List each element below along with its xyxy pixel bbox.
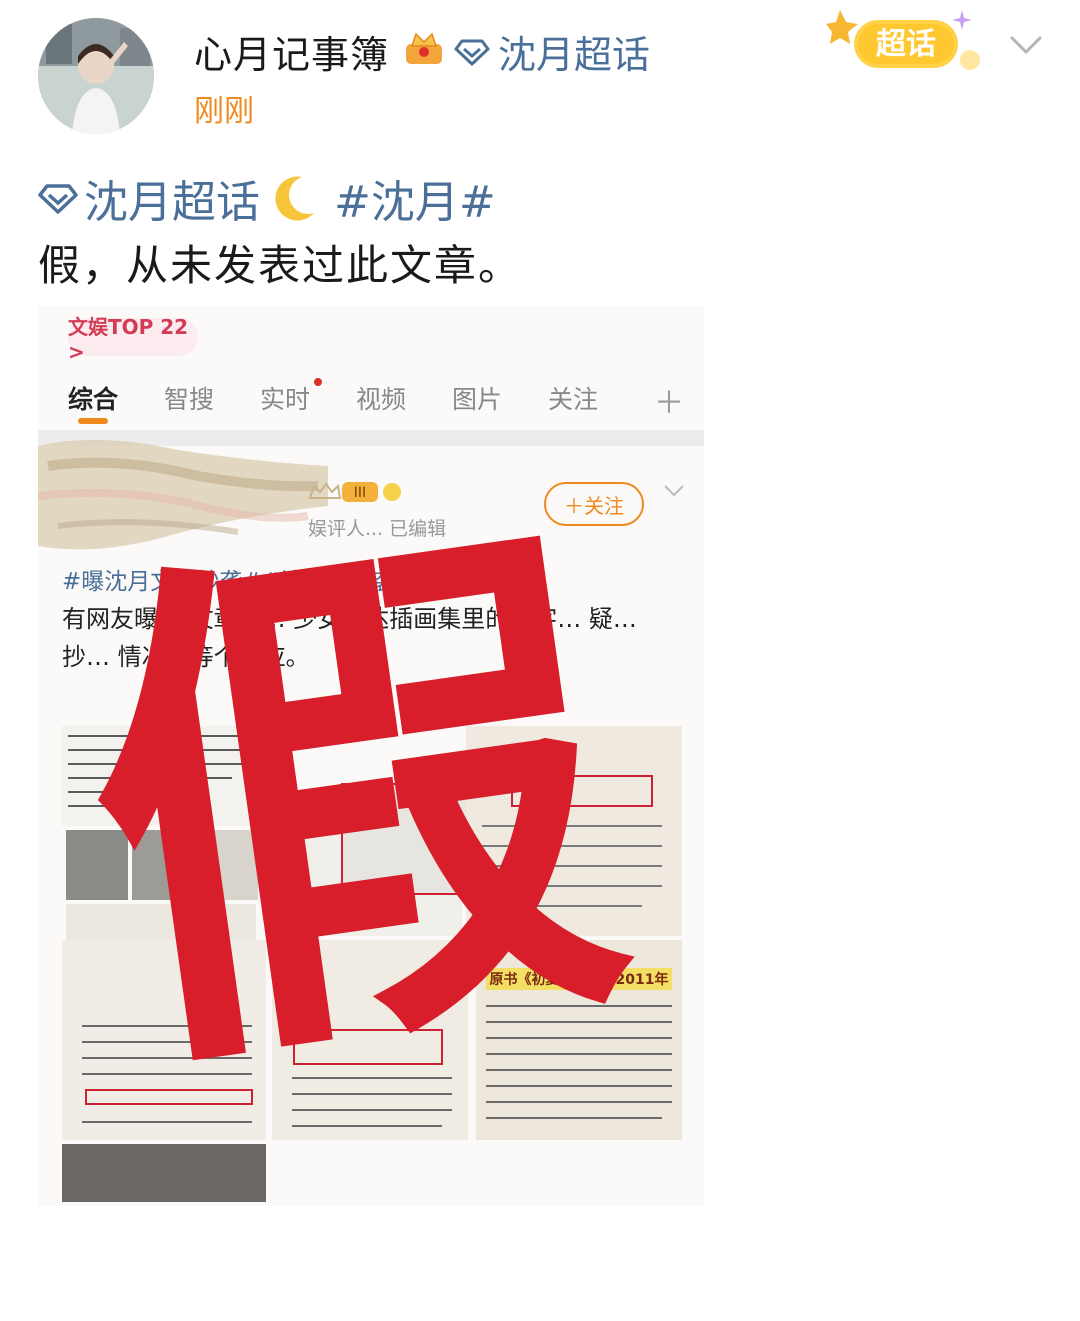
card-meta: 娱评人... 已编辑 <box>308 518 447 540</box>
tab-综合[interactable]: 综合 <box>68 380 118 416</box>
hot-rank-chip[interactable]: 文娱TOP 22 > <box>68 315 198 364</box>
supertopic-badge[interactable]: 超话 <box>826 6 996 80</box>
tab-视频[interactable]: 视频 <box>356 380 406 416</box>
post-text: 假，从未发表过此文章。 <box>38 241 523 290</box>
topic-line: 沈月超话 #沈月# <box>38 166 496 230</box>
topic-tag[interactable]: 沈月超话 <box>84 166 260 230</box>
supertopic-badge-label: 超话 <box>876 27 936 62</box>
embedded-screenshot[interactable]: 文娱TOP 22 > 综合 智搜 实时 视频 图片 关注 ＋ III ＋关注 娱… <box>38 306 704 1206</box>
crescent-moon-icon <box>275 176 314 221</box>
tab-图片[interactable]: 图片 <box>452 380 502 416</box>
search-tabs: 综合 智搜 实时 视频 图片 关注 <box>38 372 704 432</box>
chevron-down-icon[interactable] <box>662 482 686 500</box>
add-tab-icon[interactable]: ＋ <box>654 378 684 422</box>
supertopic-link[interactable]: 沈月超话 <box>454 24 650 79</box>
blurred-user-area <box>38 439 328 550</box>
user-avatar[interactable] <box>38 18 154 134</box>
hashtag-link[interactable]: #沈月# <box>334 166 496 230</box>
username[interactable]: 心月记事簿 <box>194 24 389 79</box>
vip-badge-icon: III <box>308 482 401 502</box>
post-time: 刚刚 <box>194 94 254 129</box>
chevron-down-icon[interactable] <box>1006 30 1046 60</box>
diamond-icon <box>38 184 78 214</box>
follow-button[interactable]: ＋关注 <box>544 482 644 526</box>
supertopic-header-label: 沈月超话 <box>498 33 651 77</box>
vip-crown-icon <box>404 30 444 66</box>
new-dot-icon <box>314 378 322 386</box>
tab-关注[interactable]: 关注 <box>548 380 598 416</box>
tab-智搜[interactable]: 智搜 <box>164 380 214 416</box>
svg-text:III: III <box>354 485 366 501</box>
doc-heading-original: 原书《初夏》发布于2011年 <box>490 971 669 988</box>
document-scans[interactable]: 原书《初夏》发布于2011年 <box>62 726 682 1206</box>
active-tab-indicator <box>78 418 108 424</box>
card-hashtags[interactable]: #曝沈月文章抄袭##沈月文…袭# <box>62 562 415 596</box>
tab-实时[interactable]: 实时 <box>260 380 310 416</box>
diamond-icon <box>454 39 490 65</box>
card-body: 有网友曝… 文章和… 少女夏达插画集里的文字… 疑…抄… 情况，等个回应。 <box>62 605 637 671</box>
